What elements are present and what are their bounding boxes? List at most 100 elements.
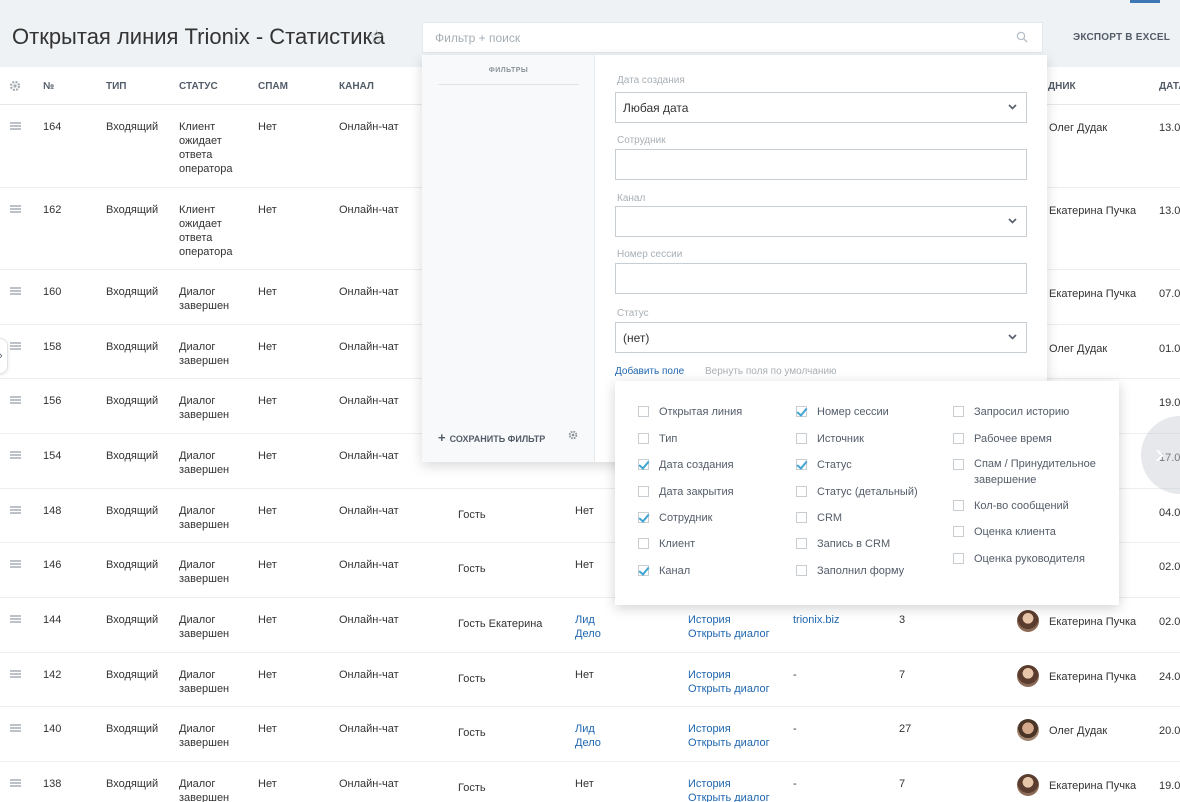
row-status: Диалог: [179, 341, 216, 353]
column-header-spam[interactable]: СПАМ: [258, 81, 288, 92]
field-checkbox-label[interactable]: Рабочее время: [974, 431, 1114, 447]
row-channel: Онлайн-чат: [339, 559, 399, 571]
field-checkbox[interactable]: [953, 500, 964, 511]
filter-field-input[interactable]: [615, 263, 1027, 294]
history-link[interactable]: История: [688, 613, 731, 627]
row-client: Гость: [458, 673, 486, 685]
row-spam: Нет: [258, 778, 277, 790]
field-checkbox-label[interactable]: Источник: [817, 431, 864, 447]
field-checkbox[interactable]: [953, 526, 964, 537]
field-checkbox-label[interactable]: CRM: [817, 510, 842, 526]
field-checkbox-label[interactable]: Тип: [659, 431, 677, 447]
field-checkbox-label[interactable]: Канал: [659, 563, 690, 579]
open-dialog-link[interactable]: Открыть диалог: [688, 791, 770, 802]
field-checkbox[interactable]: [638, 406, 649, 417]
table-row[interactable]: 144 Входящий Диалог завершен Нет Онлайн-чат Го…: [0, 598, 1180, 653]
field-checkbox[interactable]: [953, 459, 964, 470]
row-operator: Олег Дудак: [1049, 343, 1108, 355]
open-dialog-link[interactable]: Открыть диалог: [688, 682, 770, 696]
drag-handle-icon[interactable]: [10, 724, 21, 732]
drag-handle-icon[interactable]: [10, 287, 21, 295]
table-row[interactable]: 142 Входящий Диалог завершен Нет Онлайн-чат Го…: [0, 653, 1180, 707]
field-checkbox-label[interactable]: Открытая линия: [659, 404, 742, 420]
field-checkbox-label[interactable]: Запросил историю: [974, 404, 1114, 420]
field-checkbox-label[interactable]: Статус (детальный): [817, 484, 918, 500]
field-checkbox-label[interactable]: Номер сессии: [817, 404, 889, 420]
field-checkbox-label[interactable]: Оценка руководителя: [974, 551, 1114, 567]
crm-link[interactable]: Дело: [575, 736, 601, 750]
field-checkbox[interactable]: [953, 433, 964, 444]
field-checkbox[interactable]: [638, 538, 649, 549]
field-checkbox-label[interactable]: Сотрудник: [659, 510, 712, 526]
gear-icon[interactable]: [9, 80, 21, 92]
open-dialog-link[interactable]: Открыть диалог: [688, 627, 770, 641]
filter-field-select[interactable]: (нет): [615, 322, 1027, 353]
field-checkbox[interactable]: [638, 565, 649, 576]
drag-handle-icon[interactable]: [10, 670, 21, 678]
drag-handle-icon[interactable]: [10, 506, 21, 514]
add-field-popup: Открытая линия Тип Дата создания Дата закры…: [615, 381, 1119, 605]
column-header-date[interactable]: ДАТА: [1159, 81, 1180, 92]
field-checkbox-label[interactable]: Статус: [817, 457, 852, 473]
crm-link[interactable]: Лид: [575, 613, 595, 627]
field-checkbox[interactable]: [638, 433, 649, 444]
history-link[interactable]: История: [688, 777, 731, 791]
filter-search-input[interactable]: Фильтр + поиск: [422, 22, 1043, 53]
add-field-link[interactable]: Добавить поле: [615, 366, 684, 377]
column-header-type[interactable]: ТИП: [106, 81, 126, 92]
field-checkbox[interactable]: [953, 406, 964, 417]
star-icon[interactable]: ☆: [368, 26, 385, 49]
field-checkbox[interactable]: [953, 553, 964, 564]
history-link[interactable]: История: [688, 722, 731, 736]
table-row[interactable]: 140 Входящий Диалог завершен Нет Онлайн-чат Го…: [0, 707, 1180, 762]
field-checkbox-label[interactable]: Дата создания: [659, 457, 734, 473]
export-excel-button[interactable]: ЭКСПОРТ В EXCEL: [1073, 32, 1170, 43]
table-row[interactable]: 138 Входящий Диалог завершен Нет Онлайн-чат Го…: [0, 762, 1180, 802]
field-checkbox[interactable]: [638, 486, 649, 497]
filter-field-select[interactable]: [615, 206, 1027, 237]
filter-field-input[interactable]: [615, 149, 1027, 180]
column-header-channel[interactable]: КАНАЛ: [339, 81, 374, 92]
column-header-number[interactable]: №: [43, 81, 54, 92]
history-link[interactable]: История: [688, 668, 731, 682]
field-checkbox-label[interactable]: Клиент: [659, 536, 695, 552]
drag-handle-icon[interactable]: [10, 560, 21, 568]
search-icon[interactable]: [1016, 31, 1028, 43]
field-checkbox-label[interactable]: Запись в CRM: [817, 536, 890, 552]
field-checkbox[interactable]: [796, 486, 807, 497]
drag-handle-icon[interactable]: [10, 451, 21, 459]
row-source[interactable]: trionix.biz: [793, 613, 839, 627]
field-checkbox[interactable]: [796, 459, 807, 470]
field-checkbox[interactable]: [796, 538, 807, 549]
reset-fields-link[interactable]: Вернуть поля по умолчанию: [705, 366, 837, 377]
field-checkbox-label[interactable]: Заполнил форму: [817, 563, 904, 579]
field-checkbox[interactable]: [796, 433, 807, 444]
save-filter-button[interactable]: + СОХРАНИТЬ ФИЛЬТР: [438, 430, 545, 445]
page-title: Открытая линия Trionix - Статистика: [12, 24, 385, 49]
drag-handle-icon[interactable]: [10, 205, 21, 213]
field-checkbox-label[interactable]: Оценка клиента: [974, 524, 1114, 540]
column-header-operator[interactable]: ДНИК: [1048, 81, 1076, 92]
column-header-status[interactable]: СТАТУС: [179, 81, 218, 92]
field-checkbox[interactable]: [796, 512, 807, 523]
field-checkbox-label[interactable]: Кол-во сообщений: [974, 498, 1114, 514]
gear-icon[interactable]: [568, 430, 578, 440]
field-checkbox-label[interactable]: Спам / Принудительное завершение: [974, 456, 1114, 488]
crm-link[interactable]: Лид: [575, 722, 595, 736]
drag-handle-icon[interactable]: [10, 396, 21, 404]
drag-handle-icon[interactable]: [10, 122, 21, 130]
row-crm: Нет: [575, 505, 594, 517]
field-checkbox-label[interactable]: Дата закрытия: [659, 484, 734, 500]
drag-handle-icon[interactable]: [10, 615, 21, 623]
field-checkbox[interactable]: [638, 512, 649, 523]
scroll-left-button[interactable]: ›: [0, 338, 8, 374]
field-checkbox[interactable]: [796, 565, 807, 576]
field-checkbox[interactable]: [638, 459, 649, 470]
field-checkbox[interactable]: [796, 406, 807, 417]
open-dialog-link[interactable]: Открыть диалог: [688, 736, 770, 750]
filter-field-select[interactable]: Любая дата: [615, 92, 1027, 123]
drag-handle-icon[interactable]: [10, 342, 21, 350]
row-number: 148: [43, 505, 62, 517]
crm-link[interactable]: Дело: [575, 627, 601, 641]
drag-handle-icon[interactable]: [10, 779, 21, 787]
